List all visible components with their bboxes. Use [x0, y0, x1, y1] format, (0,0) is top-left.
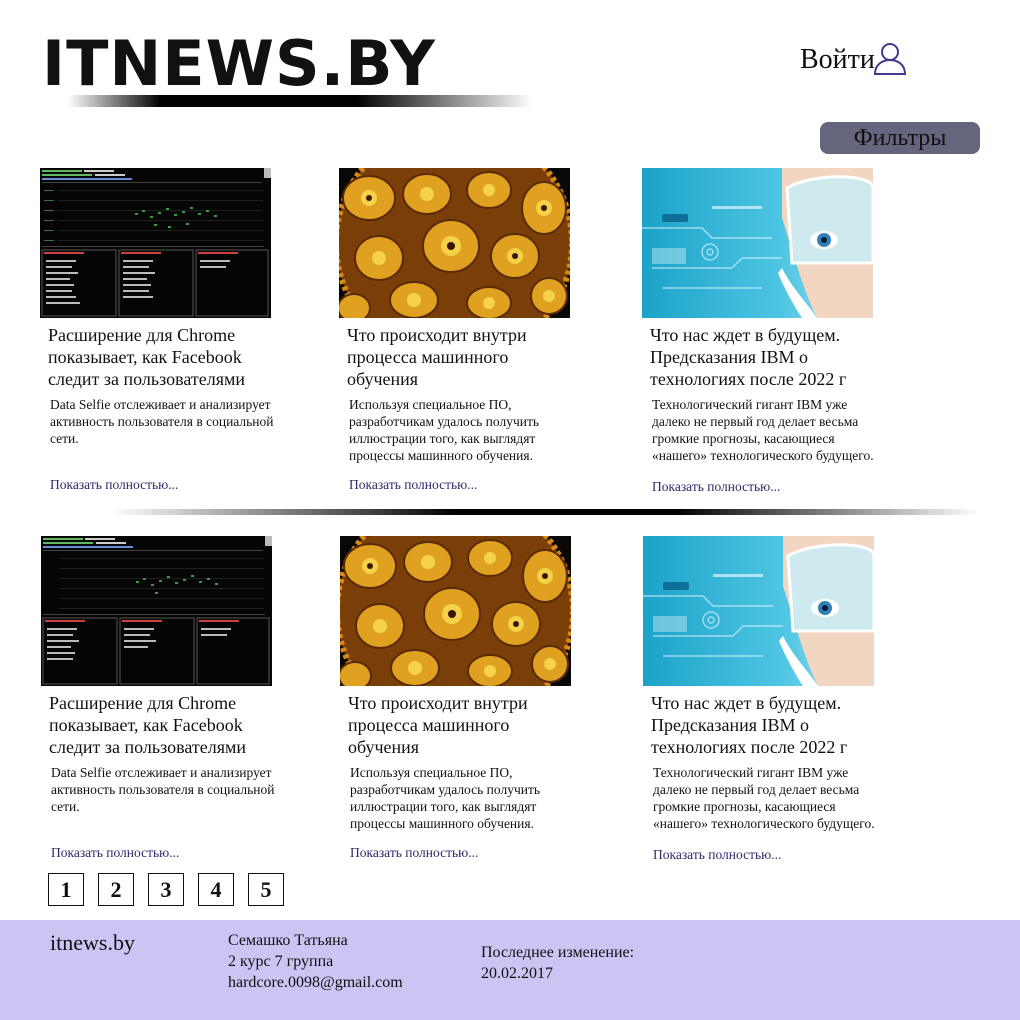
login-label: Войти [800, 44, 875, 75]
article-description: Data Selfie отслеживает и анализирует ак… [50, 397, 274, 446]
author-group: 2 курс 7 группа [228, 953, 334, 970]
show-more-link[interactable]: Показать полностью... [653, 847, 781, 863]
footer: itnews.by Семашко Татьяна 2 курс 7 групп… [0, 920, 1020, 1020]
article-card: Расширение для Chrome показывает, как Fa… [40, 168, 280, 492]
article-description: Технологический гигант IBM уже далеко не… [652, 397, 874, 463]
site-logo[interactable]: ITNEWS.BY [42, 32, 436, 96]
article-title[interactable]: Расширение для Chrome показывает, как Fa… [40, 324, 280, 390]
author-email[interactable]: hardcore.0098@gmail.com [228, 972, 403, 993]
article-title[interactable]: Что нас ждет в будущем. Предсказания IBM… [642, 324, 882, 390]
article-description: Data Selfie отслеживает и анализирует ак… [51, 765, 275, 814]
show-more-link[interactable]: Показать полностью... [652, 479, 780, 495]
article-card: Что нас ждет в будущем. Предсказания IBM… [642, 168, 882, 494]
show-more-link[interactable]: Показать полностью... [51, 845, 179, 861]
footer-author: Семашко Татьяна 2 курс 7 группа hardcore… [228, 930, 403, 993]
article-card: Что нас ждет в будущем. Предсказания IBM… [643, 536, 883, 862]
article-image-ibm-future[interactable] [643, 536, 874, 686]
article-image-data-selfie[interactable] [41, 536, 272, 686]
article-description: Используя специальное ПО, разработчикам … [349, 397, 540, 463]
article-card: Расширение для Chrome показывает, как Fa… [41, 536, 281, 860]
article-title[interactable]: Расширение для Chrome показывает, как Fa… [41, 692, 281, 758]
page-button-3[interactable]: 3 [148, 873, 184, 906]
article-image-data-selfie[interactable] [40, 168, 271, 318]
show-more-link[interactable]: Показать полностью... [350, 845, 478, 861]
article-title[interactable]: Что происходит внутри процесса машинного… [339, 324, 579, 390]
page-button-1[interactable]: 1 [48, 873, 84, 906]
article-description: Используя специальное ПО, разработчикам … [350, 765, 541, 831]
filters-button[interactable]: Фильтры [820, 122, 980, 154]
article-image-machine-learning[interactable] [340, 536, 571, 686]
footer-site-name[interactable]: itnews.by [50, 930, 135, 956]
page-button-2[interactable]: 2 [98, 873, 134, 906]
article-image-machine-learning[interactable] [339, 168, 570, 318]
page-button-5[interactable]: 5 [248, 873, 284, 906]
article-card: Что происходит внутри процесса машинного… [340, 536, 580, 860]
article-description: Технологический гигант IBM уже далеко не… [653, 765, 875, 831]
logo-underline [68, 95, 533, 107]
article-card: Что происходит внутри процесса машинного… [339, 168, 579, 492]
user-icon [873, 43, 906, 75]
show-more-link[interactable]: Показать полностью... [50, 477, 178, 493]
login-button[interactable]: Войти [800, 42, 909, 78]
updated-label: Последнее изменение: [481, 944, 635, 961]
author-name: Семашко Татьяна [228, 932, 348, 949]
pagination: 1 2 3 4 5 [48, 873, 298, 906]
show-more-link[interactable]: Показать полностью... [349, 477, 477, 493]
article-title[interactable]: Что нас ждет в будущем. Предсказания IBM… [643, 692, 883, 758]
updated-date: 20.02.2017 [481, 965, 553, 982]
article-title[interactable]: Что происходит внутри процесса машинного… [340, 692, 580, 758]
page-button-4[interactable]: 4 [198, 873, 234, 906]
article-image-ibm-future[interactable] [642, 168, 873, 318]
footer-last-updated: Последнее изменение: 20.02.2017 [481, 942, 634, 984]
row-divider [110, 509, 980, 515]
